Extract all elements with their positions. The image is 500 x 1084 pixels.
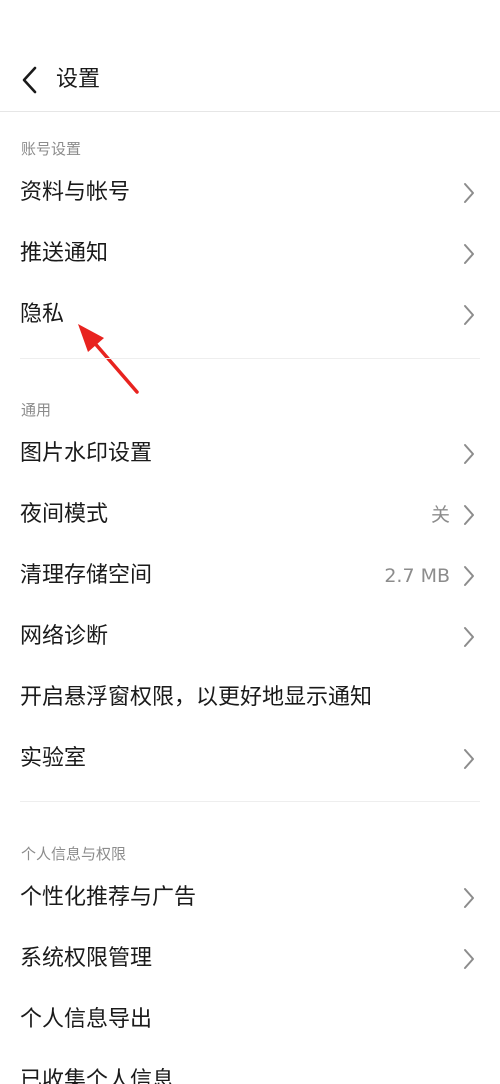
row-personalized-ads[interactable]: 个性化推荐与广告 — [0, 867, 500, 928]
row-label: 网络诊断 — [20, 623, 109, 649]
row-label: 个性化推荐与广告 — [20, 884, 197, 910]
page-title: 设置 — [56, 67, 101, 92]
section-divider — [20, 358, 480, 359]
row-floating-window-permission[interactable]: 开启悬浮窗权限，以更好地显示通知 — [0, 667, 500, 728]
row-label: 系统权限管理 — [20, 945, 153, 971]
row-night-mode[interactable]: 夜间模式 关 — [0, 484, 500, 545]
row-network-diagnosis[interactable]: 网络诊断 — [0, 606, 500, 667]
row-label: 隐私 — [20, 301, 65, 327]
section-label-account: 账号设置 — [21, 140, 82, 158]
settings-page: 设置 账号设置 资料与帐号 推送通知 隐私 通用 图片水印设置 夜间模式 关 清… — [0, 0, 500, 1084]
section-label-personal: 个人信息与权限 — [21, 845, 127, 863]
section-divider — [20, 801, 480, 802]
row-label: 清理存储空间 — [20, 562, 153, 588]
chevron-right-icon — [462, 747, 476, 771]
chevron-right-icon — [462, 181, 476, 205]
chevron-right-icon — [462, 303, 476, 327]
row-label: 已收集个人信息 — [20, 1067, 175, 1084]
chevron-right-icon — [462, 442, 476, 466]
row-label: 推送通知 — [20, 240, 109, 266]
row-label: 开启悬浮窗权限，以更好地显示通知 — [20, 684, 373, 710]
row-collected-personal-info[interactable]: 已收集个人信息 — [0, 1050, 500, 1084]
row-lab[interactable]: 实验室 — [0, 728, 500, 789]
storage-size-value: 2.7 MB — [384, 564, 450, 587]
chevron-right-icon — [462, 503, 476, 527]
row-export-personal-info[interactable]: 个人信息导出 — [0, 989, 500, 1050]
back-button[interactable] — [10, 60, 50, 100]
row-label: 资料与帐号 — [20, 179, 131, 205]
row-system-permissions[interactable]: 系统权限管理 — [0, 928, 500, 989]
row-label: 图片水印设置 — [20, 440, 153, 466]
night-mode-value: 关 — [430, 503, 450, 526]
chevron-right-icon — [462, 625, 476, 649]
row-profile-account[interactable]: 资料与帐号 — [0, 162, 500, 223]
chevron-right-icon — [462, 886, 476, 910]
top-nav-bar: 设置 — [0, 48, 500, 112]
row-label: 个人信息导出 — [20, 1006, 153, 1032]
chevron-left-icon — [22, 66, 37, 94]
chevron-right-icon — [462, 242, 476, 266]
row-label: 实验室 — [20, 745, 87, 771]
row-push-notifications[interactable]: 推送通知 — [0, 223, 500, 284]
row-privacy[interactable]: 隐私 — [0, 284, 500, 345]
row-label: 夜间模式 — [20, 501, 109, 527]
row-clear-storage[interactable]: 清理存储空间 2.7 MB — [0, 545, 500, 606]
chevron-right-icon — [462, 564, 476, 588]
section-label-general: 通用 — [21, 401, 52, 419]
chevron-right-icon — [462, 947, 476, 971]
row-image-watermark[interactable]: 图片水印设置 — [0, 423, 500, 484]
